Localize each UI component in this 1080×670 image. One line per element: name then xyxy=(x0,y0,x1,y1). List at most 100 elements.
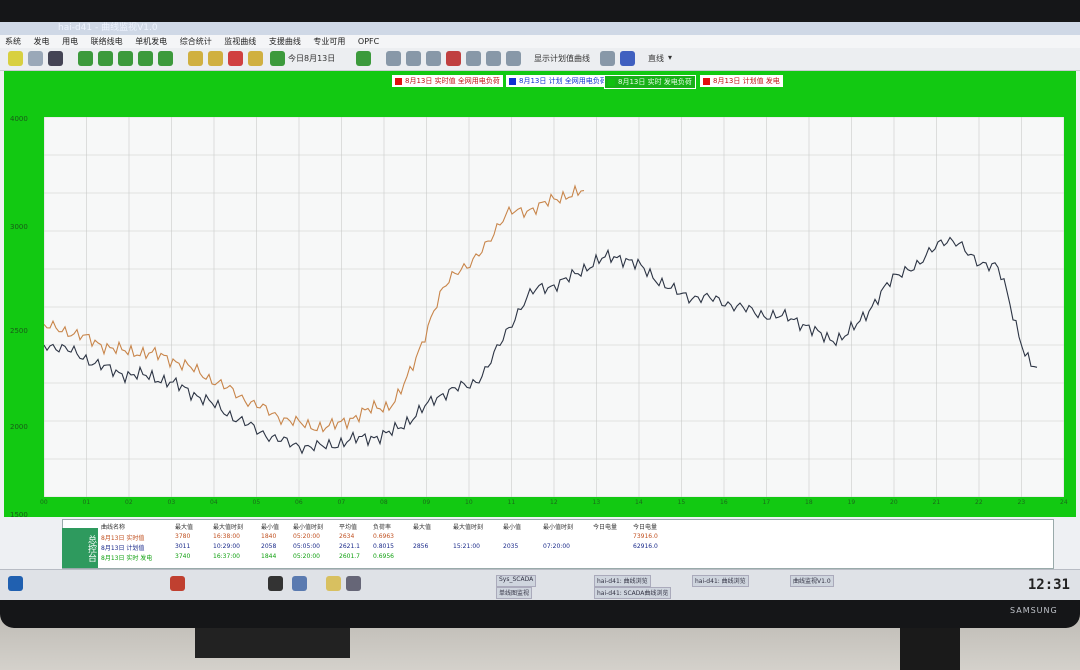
table-cell: 0.6963 xyxy=(373,533,394,540)
menu-item-tieline[interactable]: 联络线电 xyxy=(86,35,128,48)
col-header: 最小值 xyxy=(261,524,280,531)
x-tick-label: 20 xyxy=(890,499,898,506)
system-clock: 12:31 xyxy=(1027,577,1070,593)
table-cell: 15:21:00 xyxy=(453,543,480,550)
table-cell: 3011 xyxy=(175,543,191,550)
legend-item-3[interactable]: 8月13日 实时 发电负荷 xyxy=(604,75,696,89)
menu-item-opfc[interactable]: OPFC xyxy=(353,35,384,48)
table-cell: 07:20:00 xyxy=(543,543,570,550)
table-cell: 16:37:00 xyxy=(213,553,240,560)
table-cell: 2621.1 xyxy=(339,543,360,550)
table-cell: 2634 xyxy=(339,533,355,540)
grid-icon[interactable] xyxy=(426,51,441,66)
date-label[interactable]: 今日8月13日 xyxy=(288,53,335,64)
table-row[interactable]: 8月13日 计划值 3011 10:29:00 2058 05:05:00 26… xyxy=(101,543,658,552)
star-icon[interactable] xyxy=(248,51,263,66)
menu-item-consumption[interactable]: 用电 xyxy=(57,35,83,48)
menu-item-support[interactable]: 支援曲线 xyxy=(264,35,306,48)
col-header: 曲线名称 xyxy=(101,524,126,531)
x-tick-label: 14 xyxy=(635,499,643,506)
view-label[interactable]: 显示计划值曲线 xyxy=(534,53,590,64)
col-header: 最小值时刻 xyxy=(293,524,324,531)
console-label: 总控台 xyxy=(86,534,96,562)
table-cell: 3740 xyxy=(175,553,191,560)
table-cell: 8月13日 计划值 xyxy=(101,545,145,552)
calendar-icon[interactable] xyxy=(270,51,285,66)
col-header: 最小值时刻 xyxy=(543,524,574,531)
menu-item-generation[interactable]: 发电 xyxy=(29,35,55,48)
legend-label: 8月13日 实时值 全网用电负荷 xyxy=(405,77,500,85)
new-icon[interactable] xyxy=(8,51,23,66)
x-tick-label: 00 xyxy=(40,499,48,506)
plot-canvas[interactable] xyxy=(44,117,1064,497)
x-tick-label: 16 xyxy=(720,499,728,506)
x-tick-label: 15 xyxy=(677,499,686,506)
table-cell: 2601.7 xyxy=(339,553,360,560)
alarm-icon[interactable] xyxy=(228,51,243,66)
refresh-icon[interactable] xyxy=(356,51,371,66)
y-tick-label: 2000 xyxy=(10,423,28,431)
legend-item-1[interactable]: 8月13日 实时值 全网用电负荷 xyxy=(392,75,503,87)
folder-icon[interactable] xyxy=(326,576,341,591)
x-tick-label: 02 xyxy=(125,499,133,506)
x-tick-label: 12 xyxy=(550,499,558,506)
legend-label: 8月13日 计划值 发电 xyxy=(713,77,780,85)
measure-icon[interactable] xyxy=(466,51,481,66)
taskbar: Sys_SCADA 单线图监视 hai-d41: 曲线浏览 hai-d41: S… xyxy=(0,569,1080,600)
table-icon[interactable] xyxy=(506,51,521,66)
network-icon[interactable] xyxy=(292,576,307,591)
table-cell: 1844 xyxy=(261,553,277,560)
curve-icon-1[interactable] xyxy=(78,51,93,66)
x-tick-label: 13 xyxy=(592,499,601,506)
close-window-icon[interactable] xyxy=(346,576,361,591)
x-tick-label: 07 xyxy=(337,499,346,506)
menu-item-stats[interactable]: 综合统计 xyxy=(175,35,217,48)
x-tick-label: 06 xyxy=(295,499,303,506)
x-tick-label: 23 xyxy=(1017,499,1026,506)
legend-item-2[interactable]: 8月13日 计划 全网用电负荷 xyxy=(506,75,610,87)
print-icon[interactable] xyxy=(48,51,63,66)
cursor-icon[interactable] xyxy=(406,51,421,66)
x-tick-label: 08 xyxy=(380,499,388,506)
legend-item-4[interactable]: 8月13日 计划值 发电 xyxy=(700,75,783,87)
chevron-down-icon[interactable]: ▾ xyxy=(668,53,672,62)
console-panel[interactable]: 总控台 xyxy=(62,528,98,568)
table-cell: 73916.0 xyxy=(633,533,658,540)
gear-icon[interactable] xyxy=(188,51,203,66)
export-icon[interactable] xyxy=(486,51,501,66)
col-header: 今日电量 xyxy=(633,524,658,531)
home-icon[interactable] xyxy=(170,576,185,591)
curve-icon-2[interactable] xyxy=(98,51,113,66)
stats-table: 曲线名称 最大值 最大值时刻 最小值 最小值时刻 平均值 负荷率 最大值 最大值… xyxy=(62,519,1054,569)
menu-item-pro[interactable]: 专业可用 xyxy=(308,35,350,48)
marker-icon[interactable] xyxy=(446,51,461,66)
taskbar-item[interactable]: Sys_SCADA xyxy=(496,575,537,587)
curve-icon-4[interactable] xyxy=(138,51,153,66)
legend-label: 8月13日 计划 全网用电负荷 xyxy=(519,77,607,85)
start-logo-icon[interactable] xyxy=(8,576,23,591)
taskbar-item[interactable]: hai-d41: 曲线浏览 xyxy=(594,575,651,587)
curve-icon-5[interactable] xyxy=(158,51,173,66)
taskbar-item[interactable]: 单线图监视 xyxy=(496,587,533,599)
y-tick-label: 3000 xyxy=(10,223,28,231)
curve-icon-3[interactable] xyxy=(118,51,133,66)
open-icon[interactable] xyxy=(28,51,43,66)
x-tick-label: 22 xyxy=(975,499,983,506)
menu-item-system[interactable]: 系统 xyxy=(0,35,26,48)
mode-select[interactable]: 直线 xyxy=(648,53,664,64)
info-icon[interactable] xyxy=(620,51,635,66)
zoom-icon[interactable] xyxy=(386,51,401,66)
taskbar-item[interactable]: hai-d41: 曲线浏览 xyxy=(692,575,749,587)
menu-item-monitor[interactable]: 监视曲线 xyxy=(219,35,261,48)
table-row[interactable]: 8月13日 实时值 3780 16:38:00 1840 05:20:00 26… xyxy=(101,533,658,542)
menu-item-unit[interactable]: 单机发电 xyxy=(130,35,172,48)
taskbar-item[interactable]: 曲线监视V1.0 xyxy=(790,575,834,587)
layout-icon[interactable] xyxy=(600,51,615,66)
monitor-icon[interactable] xyxy=(268,576,283,591)
table-row[interactable]: 8月13日 实时 发电 3740 16:37:00 1844 05:20:00 … xyxy=(101,553,394,562)
table-cell: 1840 xyxy=(261,533,277,540)
taskbar-item[interactable]: hai-d41: SCADA曲线浏览 xyxy=(594,587,672,599)
settings-icon[interactable] xyxy=(208,51,223,66)
legend-label: 8月13日 实时 发电负荷 xyxy=(618,78,692,86)
window-title: hai-d41 - 曲线监视V1.0 xyxy=(58,23,158,33)
